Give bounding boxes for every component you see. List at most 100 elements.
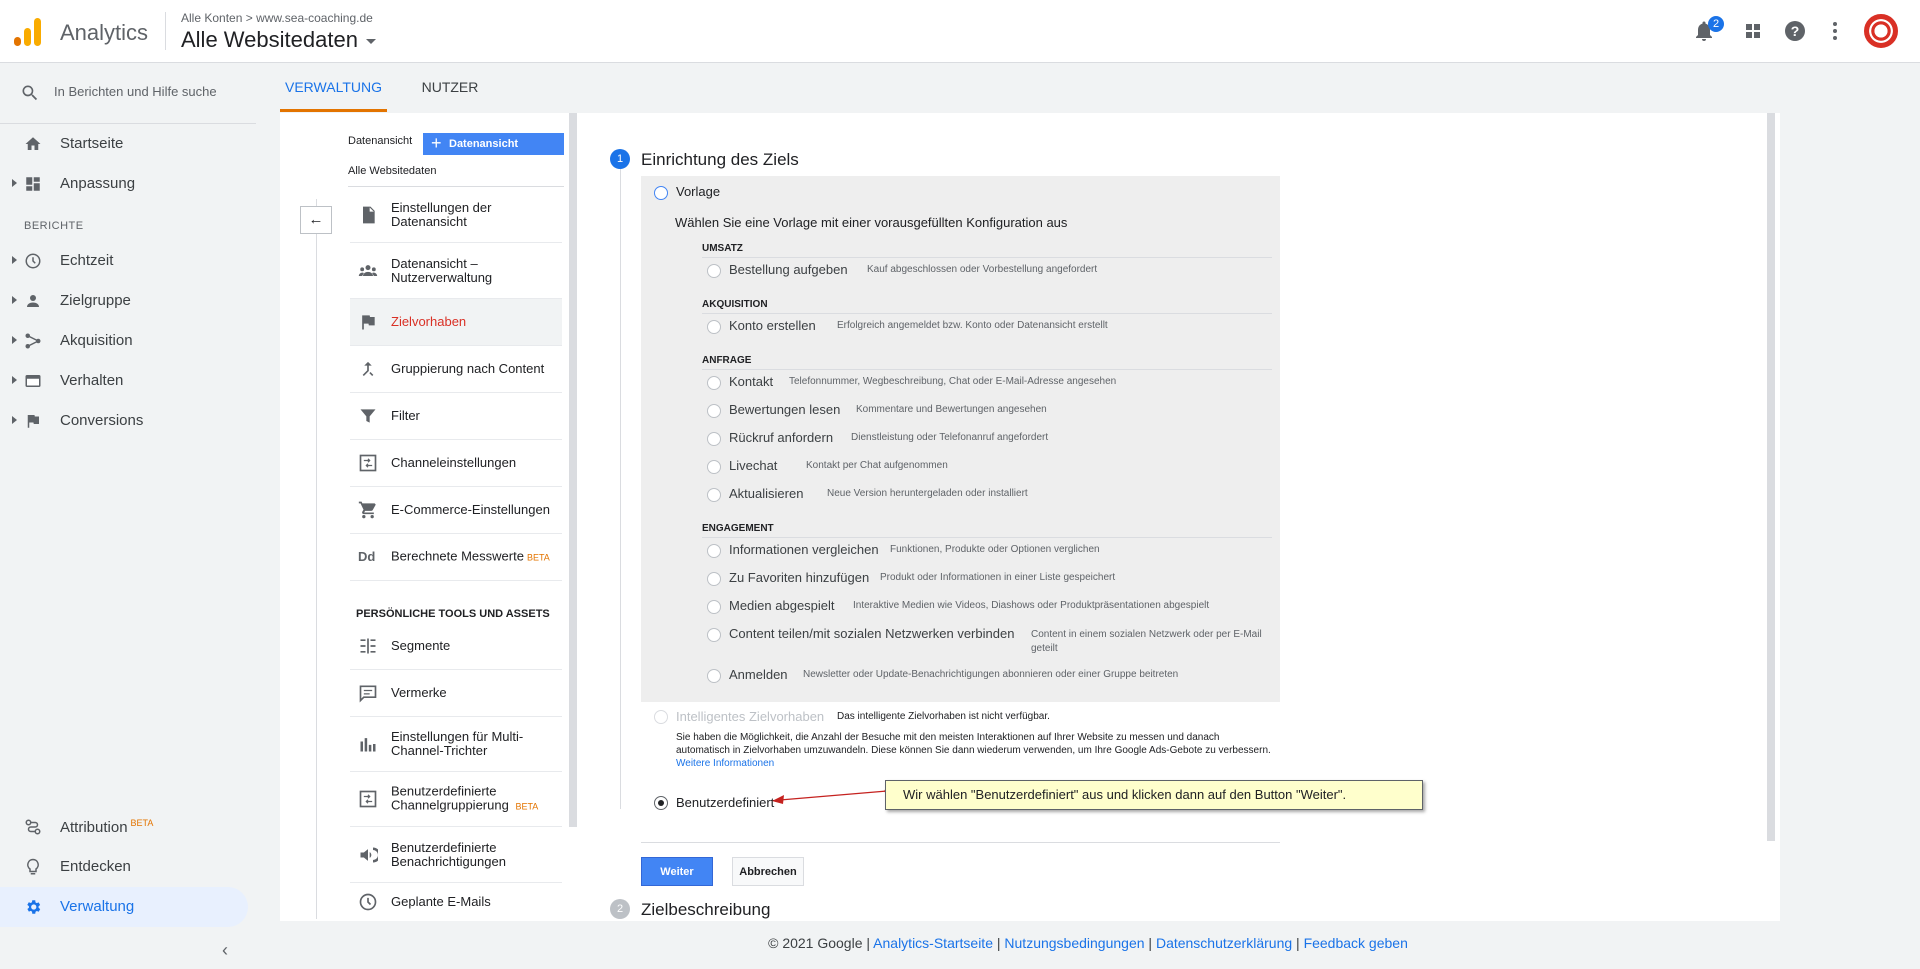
option-radio[interactable] <box>707 628 721 642</box>
option-radio[interactable] <box>707 404 721 418</box>
property-selector[interactable]: Alle Websitedaten <box>181 27 376 53</box>
menu-item-segments[interactable]: Segmente <box>350 623 562 670</box>
nav-item-verhalten[interactable]: Verhalten <box>0 361 248 401</box>
expand-arrow-icon[interactable] <box>12 336 17 344</box>
behavior-icon <box>25 375 41 387</box>
create-view-label: Datenansicht erstellen <box>449 138 519 172</box>
menu-item-annotations[interactable]: Vermerke <box>350 670 562 717</box>
option-radio[interactable] <box>707 488 721 502</box>
expand-arrow-icon[interactable] <box>12 296 17 304</box>
custom-goal-label[interactable]: Benutzerdefiniert <box>676 795 774 810</box>
menu-item-goals[interactable]: Zielvorhaben <box>350 299 562 346</box>
menu-item-channel-settings[interactable]: Channeleinstellungen <box>350 440 562 487</box>
option-description: Kommentare und Bewertungen angesehen <box>856 404 1047 415</box>
template-radio[interactable] <box>654 186 668 200</box>
cancel-button[interactable]: Abbrechen <box>732 857 804 886</box>
menu-item-custom-alerts[interactable]: Benutzerdefinierte Benachrichtigungen <box>350 827 562 883</box>
annotation-callout: Wir wählen "Benutzerdefiniert" aus und k… <box>885 780 1423 810</box>
footer-link-analytics-home[interactable]: Analytics-Startseite <box>873 935 993 951</box>
nav-item-zielgruppe[interactable]: Zielgruppe <box>0 281 248 321</box>
option-label: Bewertungen lesen <box>729 402 841 417</box>
nav-item-label: Conversions <box>60 412 144 429</box>
create-view-button[interactable]: + Datenansicht erstellen <box>423 133 564 172</box>
nav-item-startseite[interactable]: Startseite <box>0 124 248 164</box>
footer-link-terms[interactable]: Nutzungsbedingungen <box>1004 935 1144 951</box>
custom-goal-radio[interactable] <box>654 796 668 810</box>
option-description: Kontakt per Chat aufgenommen <box>806 460 948 471</box>
option-radio[interactable] <box>707 600 721 614</box>
menu-item-custom-channel-grouping[interactable]: Benutzerdefinierte Channelgruppierung BE… <box>350 772 562 827</box>
expand-arrow-icon[interactable] <box>12 376 17 384</box>
main-scrollbar[interactable] <box>1767 113 1775 841</box>
menu-item-mcf-settings[interactable]: Einstellungen für Multi-Channel-Trichter <box>350 717 562 772</box>
view-selector[interactable]: Alle Websitedaten <box>348 165 436 177</box>
menu-item-scheduled-emails[interactable]: Geplante E-Mails <box>350 883 562 921</box>
cart-icon <box>358 501 376 519</box>
nav-item-label: Zielgruppe <box>60 292 131 309</box>
more-vert-icon[interactable] <box>1823 19 1847 43</box>
menu-item-label: Einstellungen der Datenansicht <box>391 200 492 229</box>
lightbulb-icon <box>27 858 39 875</box>
comment-icon <box>359 685 377 703</box>
nav-item-label: Entdecken <box>60 858 131 875</box>
app-name: Analytics <box>60 20 149 45</box>
option-description: Content in einem sozialen Netzwerk oder … <box>1031 629 1262 654</box>
breadcrumb-account[interactable]: www.sea-coaching.de <box>256 11 373 25</box>
menu-item-ecommerce[interactable]: E-Commerce-Einstellungen <box>350 487 562 534</box>
nav-item-conversions[interactable]: Conversions <box>0 401 248 441</box>
nav-item-label: Verwaltung <box>60 898 135 915</box>
back-arrow-button[interactable]: ← <box>300 206 332 234</box>
learn-more-link[interactable]: Weitere Informationen <box>676 758 774 769</box>
option-radio[interactable] <box>707 376 721 390</box>
option-radio[interactable] <box>707 460 721 474</box>
search-input[interactable] <box>54 77 244 105</box>
admin-content: ← Datenansicht + Datenansicht erstellen A… <box>280 113 1780 921</box>
step-title: Zielbeschreibung <box>641 900 771 919</box>
continue-button[interactable]: Weiter <box>641 857 713 886</box>
smart-goal-radio[interactable] <box>654 710 668 724</box>
option-radio[interactable] <box>707 544 721 558</box>
footer-link-privacy[interactable]: Datenschutzerklärung <box>1156 935 1292 951</box>
help-icon[interactable]: ? <box>1783 19 1807 43</box>
option-radio[interactable] <box>707 572 721 586</box>
menu-item-user-management[interactable]: Datenansicht – Nutzerverwaltung <box>350 243 562 299</box>
nav-item-akquisition[interactable]: Akquisition <box>0 321 248 361</box>
tab-verwaltung[interactable]: VERWALTUNG <box>280 63 387 112</box>
nav-item-entdecken[interactable]: Entdecken <box>0 847 248 887</box>
footer-separator: | <box>866 935 871 951</box>
nav-item-attribution[interactable]: Attribution BETA <box>0 807 248 847</box>
breadcrumb[interactable]: Alle Konten > www.sea-coaching.de <box>181 11 373 25</box>
analytics-logo-icon[interactable] <box>14 16 42 46</box>
menu-item-view-settings[interactable]: Einstellungen der Datenansicht <box>350 188 562 243</box>
avatar[interactable] <box>1864 14 1898 48</box>
menu-item-label: Channeleinstellungen <box>391 455 517 470</box>
view-column-scrollbar[interactable] <box>569 113 577 827</box>
channel-icon <box>359 790 377 808</box>
nav-item-anpassung[interactable]: Anpassung <box>0 164 248 204</box>
expand-arrow-icon[interactable] <box>12 179 17 187</box>
option-label: Content teilen/mit sozialen Netzwerken v… <box>729 626 1015 641</box>
bar-chart-icon <box>360 738 376 752</box>
left-navigation: Startseite Anpassung BERICHTE Echtzeit Z… <box>0 63 256 969</box>
menu-item-label: Segmente <box>391 638 451 653</box>
breadcrumb-root[interactable]: Alle Konten <box>181 11 242 25</box>
template-description: Wählen Sie eine Vorlage mit einer voraus… <box>675 215 1068 230</box>
option-radio[interactable] <box>707 432 721 446</box>
nav-item-verwaltung[interactable]: Verwaltung <box>0 887 248 927</box>
nav-item-label: Verhalten <box>60 372 124 389</box>
expand-arrow-icon[interactable] <box>12 256 17 264</box>
apps-grid-icon[interactable] <box>1741 19 1765 43</box>
option-radio[interactable] <box>707 669 721 683</box>
menu-item-content-grouping[interactable]: Gruppierung nach Content <box>350 346 562 393</box>
expand-arrow-icon[interactable] <box>12 416 17 424</box>
tab-nutzer[interactable]: NUTZER <box>400 63 500 112</box>
nav-item-echtzeit[interactable]: Echtzeit <box>0 241 248 281</box>
menu-item-label: Datenansicht – Nutzerverwaltung <box>391 255 493 285</box>
menu-item-calculated-metrics[interactable]: Dd Berechnete Messwerte BETA <box>350 534 562 581</box>
menu-item-filter[interactable]: Filter <box>350 393 562 440</box>
option-label: Aktualisieren <box>729 486 804 501</box>
template-label[interactable]: Vorlage <box>676 184 720 199</box>
option-radio[interactable] <box>707 264 721 278</box>
footer-link-feedback[interactable]: Feedback geben <box>1304 935 1408 951</box>
option-radio[interactable] <box>707 320 721 334</box>
